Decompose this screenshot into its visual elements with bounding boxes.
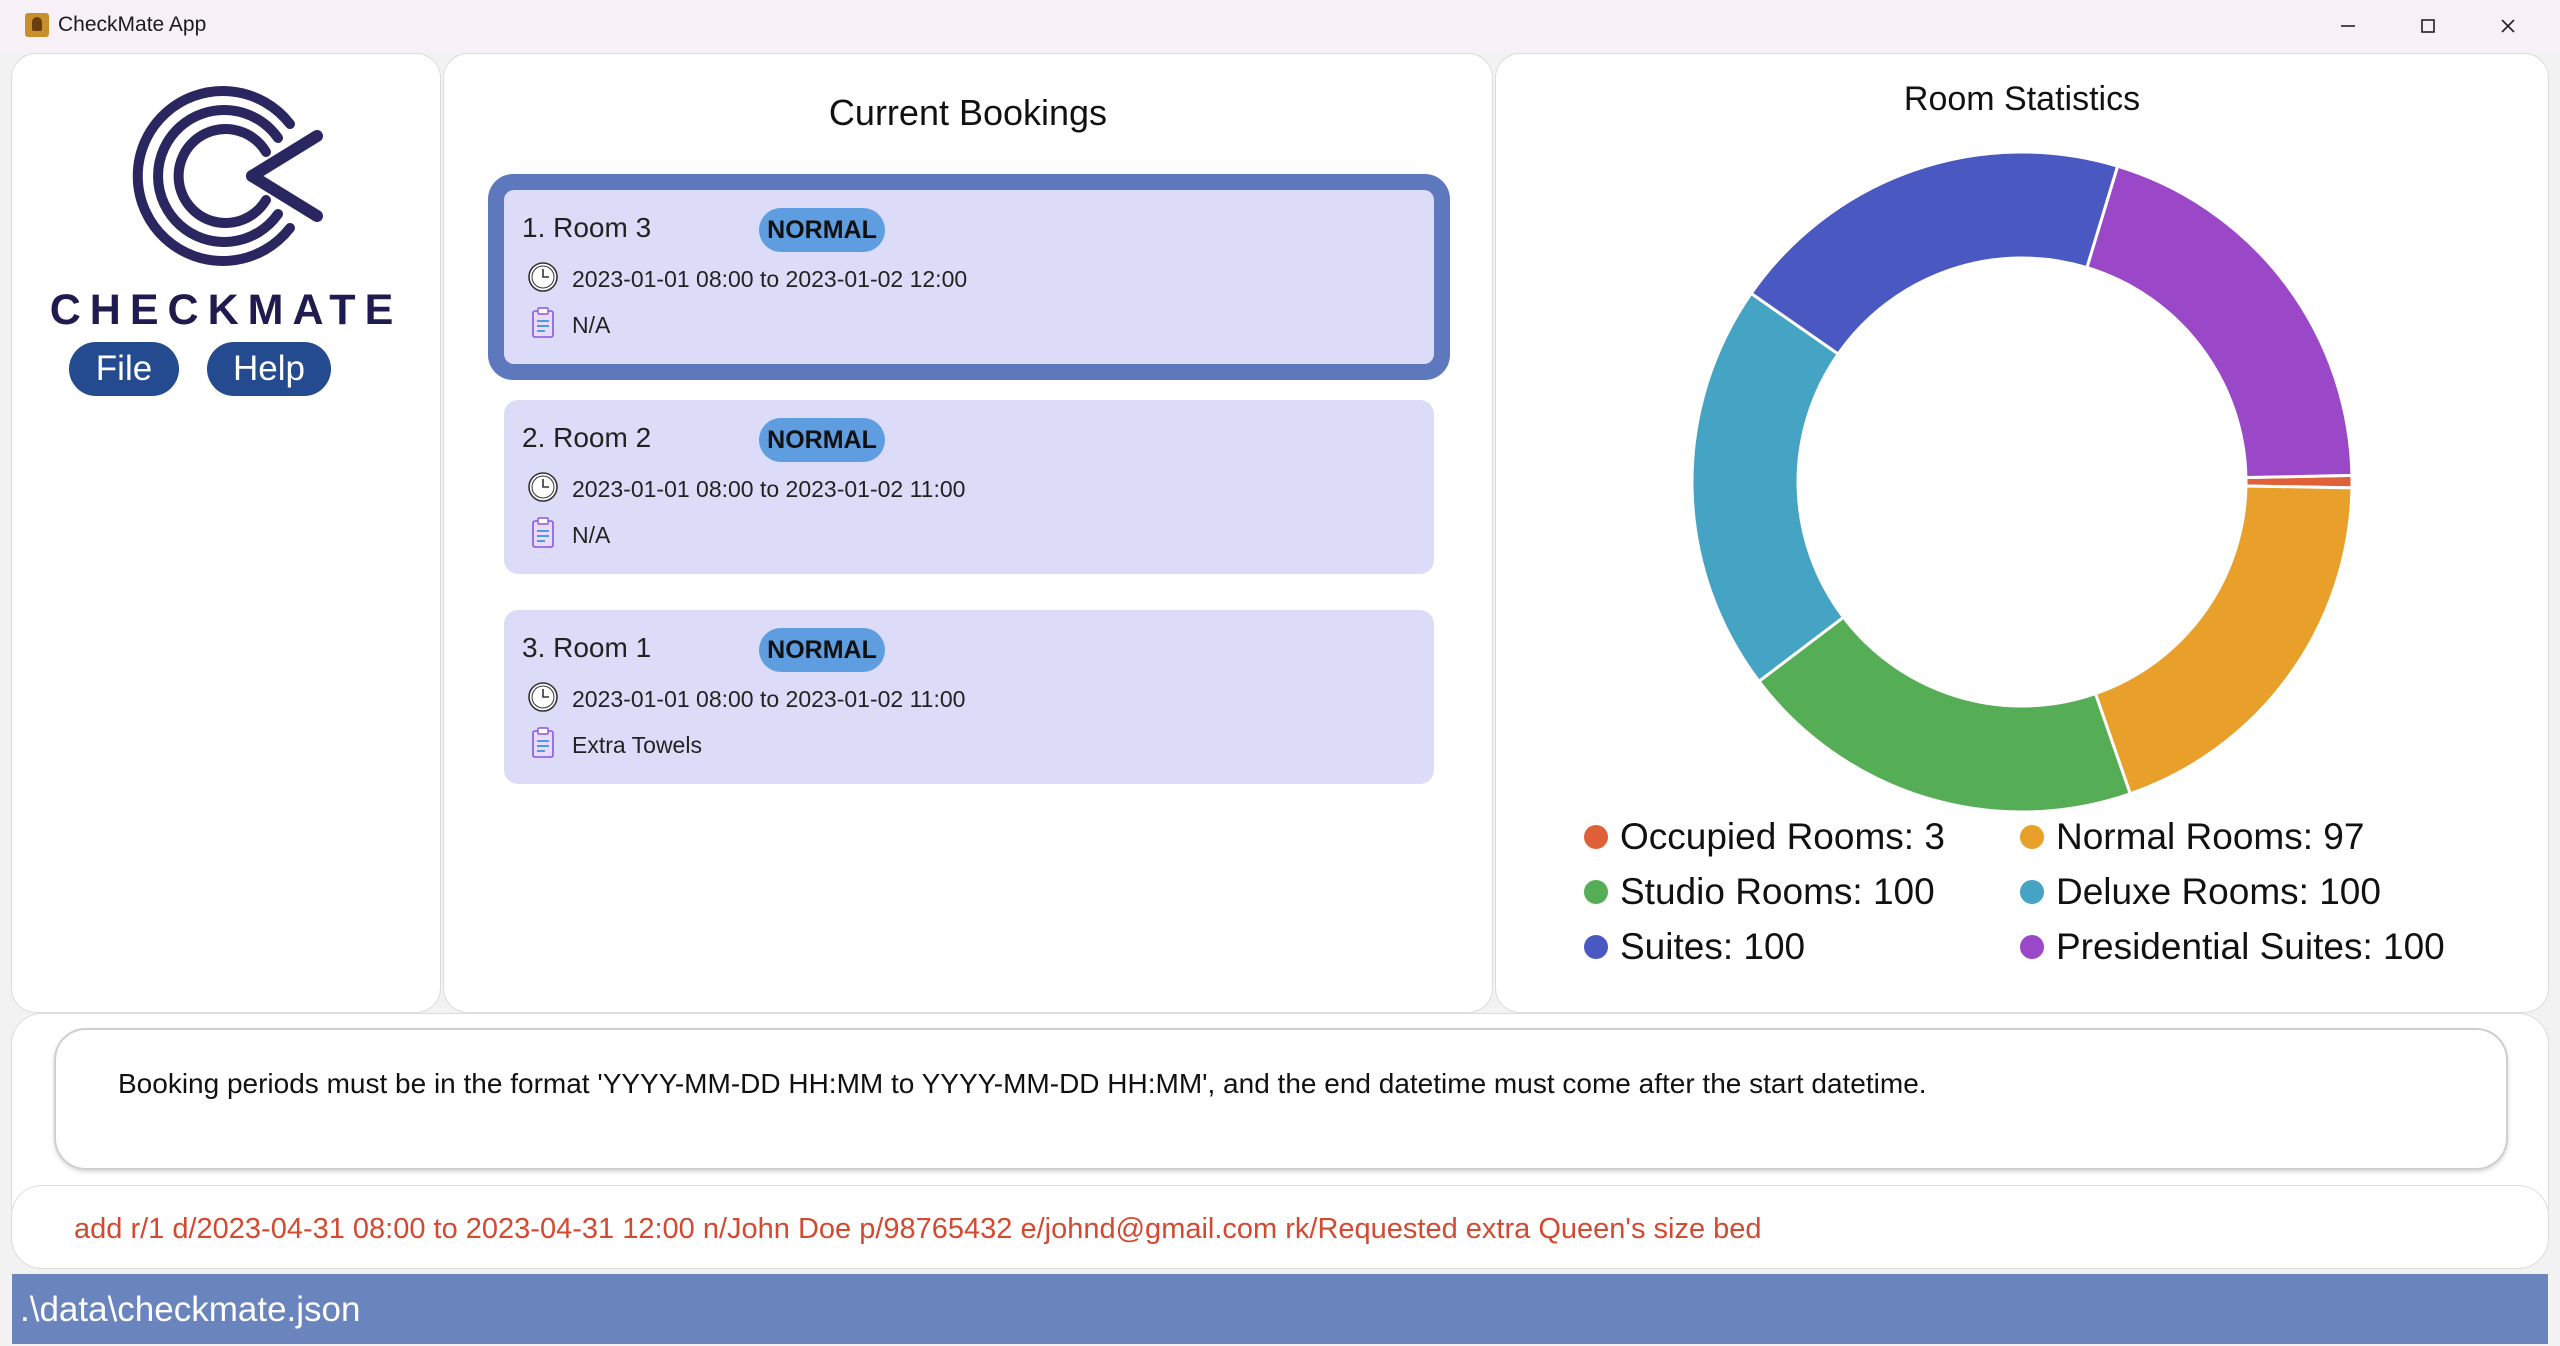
clipboard-icon [532, 307, 554, 338]
donut-slice-studio-rooms [1756, 615, 2133, 814]
minimize-button[interactable] [2308, 0, 2388, 52]
clipboard-icon [532, 517, 554, 548]
legend-item: Presidential Suites: 100 [2020, 926, 2445, 968]
data-file-path: .\data\checkmate.json [20, 1290, 361, 1329]
booking-room: 2. Room 2 [522, 422, 652, 453]
donut-slice-presidential-suites [2085, 164, 2354, 480]
legend-item: Studio Rooms: 100 [1584, 871, 1935, 913]
logo-wordmark: CHECKMATE [49, 286, 403, 334]
window-title: CheckMate App [58, 13, 207, 36]
booking-card[interactable]: 1. Room 3 NORMAL 2023-01-01 08:00 to 202… [504, 190, 1434, 364]
legend-label: Occupied Rooms: 3 [1620, 816, 1945, 857]
legend-dot [1584, 825, 1608, 849]
statistics-panel: Room Statistics Occupied Rooms: 3 Normal… [1496, 54, 2548, 1012]
legend-item: Normal Rooms: 97 [2020, 816, 2364, 858]
legend-dot [1584, 880, 1608, 904]
booking-room: 3. Room 1 [522, 632, 652, 663]
donut-slice-normal-rooms [2093, 484, 2354, 796]
legend-dot [1584, 935, 1608, 959]
booking-card[interactable]: 3. Room 1 NORMAL 2023-01-01 08:00 to 202… [504, 610, 1434, 784]
file-menu-button[interactable]: File [69, 342, 179, 396]
bookings-panel: Current Bookings 1. Room 3 NORMAL 2023-0… [444, 54, 1492, 1012]
clock-icon [528, 472, 558, 502]
title-bar: CheckMate App [0, 0, 2560, 52]
app-body: CHECKMATE File Help Current Bookings 1. … [0, 52, 2560, 1346]
legend-label: Presidential Suites: 100 [2056, 926, 2445, 967]
booking-period: 2023-01-01 08:00 to 2023-01-02 11:00 [572, 476, 966, 502]
legend-label: Normal Rooms: 97 [2056, 816, 2365, 857]
legend-label: Deluxe Rooms: 100 [2056, 871, 2381, 912]
legend-item: Suites: 100 [1584, 926, 1805, 968]
help-menu-button[interactable]: Help [207, 342, 331, 396]
booking-remark: N/A [572, 312, 611, 338]
donut-slice-deluxe-rooms [1690, 291, 1846, 684]
maximize-icon [2421, 19, 2435, 33]
legend-item: Deluxe Rooms: 100 [2020, 871, 2381, 913]
result-display[interactable]: Booking periods must be in the format 'Y… [54, 1028, 2508, 1170]
legend-item: Occupied Rooms: 3 [1584, 816, 1945, 858]
booking-period: 2023-01-01 08:00 to 2023-01-02 11:00 [572, 686, 966, 712]
checkmate-logo-icon [132, 86, 323, 266]
command-box [12, 1186, 2548, 1268]
booking-room: 1. Room 3 [522, 212, 652, 243]
room-donut-chart [1690, 150, 2354, 814]
clipboard-icon [532, 727, 554, 758]
legend-dot [2020, 825, 2044, 849]
legend-label: Suites: 100 [1620, 926, 1806, 967]
room-type-badge: NORMAL [759, 628, 885, 672]
legend-dot [2020, 935, 2044, 959]
close-button[interactable] [2468, 0, 2548, 52]
booking-list: 1. Room 3 NORMAL 2023-01-01 08:00 to 202… [444, 54, 1492, 1012]
booking-remark: N/A [572, 522, 611, 548]
room-type-badge: NORMAL [759, 418, 885, 462]
donut-slice-suites [1749, 150, 2120, 357]
close-icon [2501, 19, 2515, 33]
maximize-button[interactable] [2388, 0, 2468, 52]
room-type-badge: NORMAL [759, 208, 885, 252]
app-icon [25, 13, 49, 37]
minimize-icon [2341, 25, 2355, 27]
clock-icon [528, 262, 558, 292]
clock-icon [528, 682, 558, 712]
booking-period: 2023-01-01 08:00 to 2023-01-02 12:00 [572, 266, 968, 292]
statistics-title: Room Statistics [1903, 80, 2141, 118]
status-bar: .\data\checkmate.json [12, 1274, 2548, 1344]
booking-card[interactable]: 2. Room 2 NORMAL 2023-01-01 08:00 to 202… [504, 400, 1434, 574]
legend-label: Studio Rooms: 100 [1620, 871, 1935, 912]
legend-dot [2020, 880, 2044, 904]
sidebar-panel: CHECKMATE File Help [12, 54, 440, 1012]
result-message: Booking periods must be in the format 'Y… [118, 1068, 1927, 1099]
command-input[interactable] [72, 1208, 2516, 1250]
booking-remark: Extra Towels [572, 732, 702, 758]
